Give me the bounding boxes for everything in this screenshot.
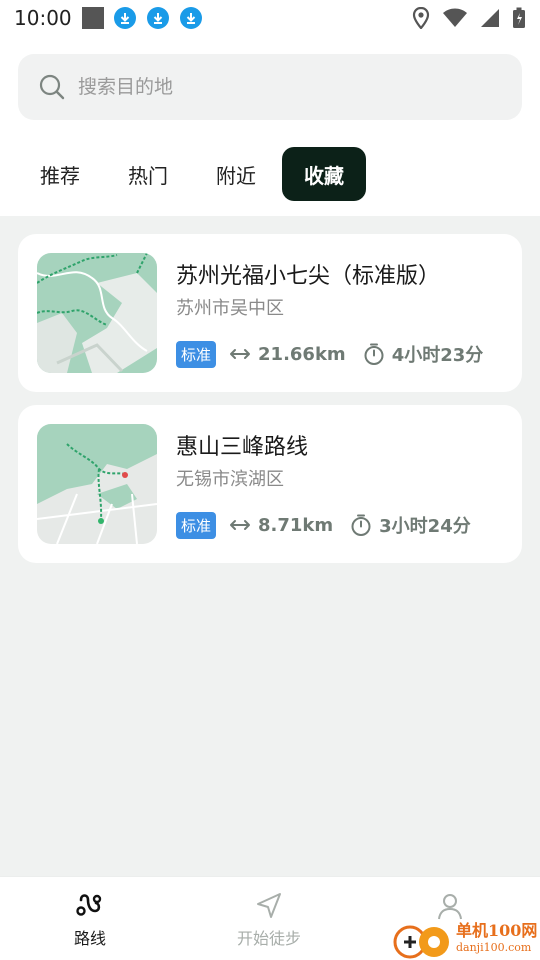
tab-popular[interactable]: 热门 xyxy=(106,147,190,201)
route-meta: 标准 21.66km 4小时23分 xyxy=(176,340,499,368)
category-tabs: 推荐 热门 附近 收藏 xyxy=(18,147,370,201)
route-icon xyxy=(76,894,102,916)
route-duration: 3小时24分 xyxy=(379,516,471,537)
timer-icon xyxy=(351,514,371,536)
status-right-icons xyxy=(412,7,526,29)
watermark-url: danji100.com xyxy=(456,941,532,954)
route-duration: 4小时23分 xyxy=(391,345,484,366)
tab-favorites[interactable]: 收藏 xyxy=(282,147,366,201)
difficulty-badge: 标准 xyxy=(176,511,217,539)
search-icon xyxy=(39,74,65,100)
favorites-list: 苏州光福小七尖（标准版） 苏州市吴中区 标准 21.66km 4小时23分 惠山… xyxy=(0,216,540,876)
watermark-title: 单机100网 xyxy=(456,921,538,940)
download-icon xyxy=(146,7,169,29)
wifi-icon xyxy=(443,8,467,27)
nav-start-hiking[interactable]: 开始徒步 xyxy=(209,891,329,949)
route-title: 惠山三峰路线 xyxy=(176,435,309,460)
route-distance: 8.71km xyxy=(258,514,334,536)
location-icon xyxy=(412,7,430,29)
battery-icon xyxy=(513,7,525,28)
status-bar: 10:00 xyxy=(0,0,540,36)
route-location: 苏州市吴中区 xyxy=(176,298,284,319)
route-map-thumbnail xyxy=(37,253,157,373)
status-time: 10:00 xyxy=(14,6,72,30)
download-icon xyxy=(179,7,202,29)
route-card[interactable]: 惠山三峰路线 无锡市滨湖区 标准 8.71km 3小时24分 xyxy=(18,405,522,563)
download-icon xyxy=(113,7,136,29)
tab-nearby[interactable]: 附近 xyxy=(194,147,278,201)
signal-icon xyxy=(481,9,499,27)
route-location: 无锡市滨湖区 xyxy=(176,469,284,490)
distance-icon xyxy=(230,349,251,359)
stop-square-icon xyxy=(81,7,104,29)
route-title: 苏州光福小七尖（标准版） xyxy=(176,264,441,289)
route-distance: 21.66km xyxy=(258,343,346,365)
route-meta: 标准 8.71km 3小时24分 xyxy=(176,511,487,539)
navigation-arrow-icon xyxy=(257,893,281,918)
timer-icon xyxy=(364,343,384,365)
route-card[interactable]: 苏州光福小七尖（标准版） 苏州市吴中区 标准 21.66km 4小时23分 xyxy=(18,234,522,392)
tab-recommended[interactable]: 推荐 xyxy=(18,147,102,201)
search-bar[interactable] xyxy=(18,54,522,120)
nav-start-hiking-label: 开始徒步 xyxy=(236,929,301,948)
difficulty-badge: 标准 xyxy=(176,340,217,368)
watermark-logo: 单机100网 danji100.com xyxy=(390,916,540,960)
search-input[interactable] xyxy=(78,76,478,98)
distance-icon xyxy=(230,520,251,530)
route-map-thumbnail xyxy=(37,424,157,544)
nav-routes-label: 路线 xyxy=(73,929,106,948)
nav-routes[interactable]: 路线 xyxy=(30,891,150,949)
watermark-icon xyxy=(393,925,449,959)
